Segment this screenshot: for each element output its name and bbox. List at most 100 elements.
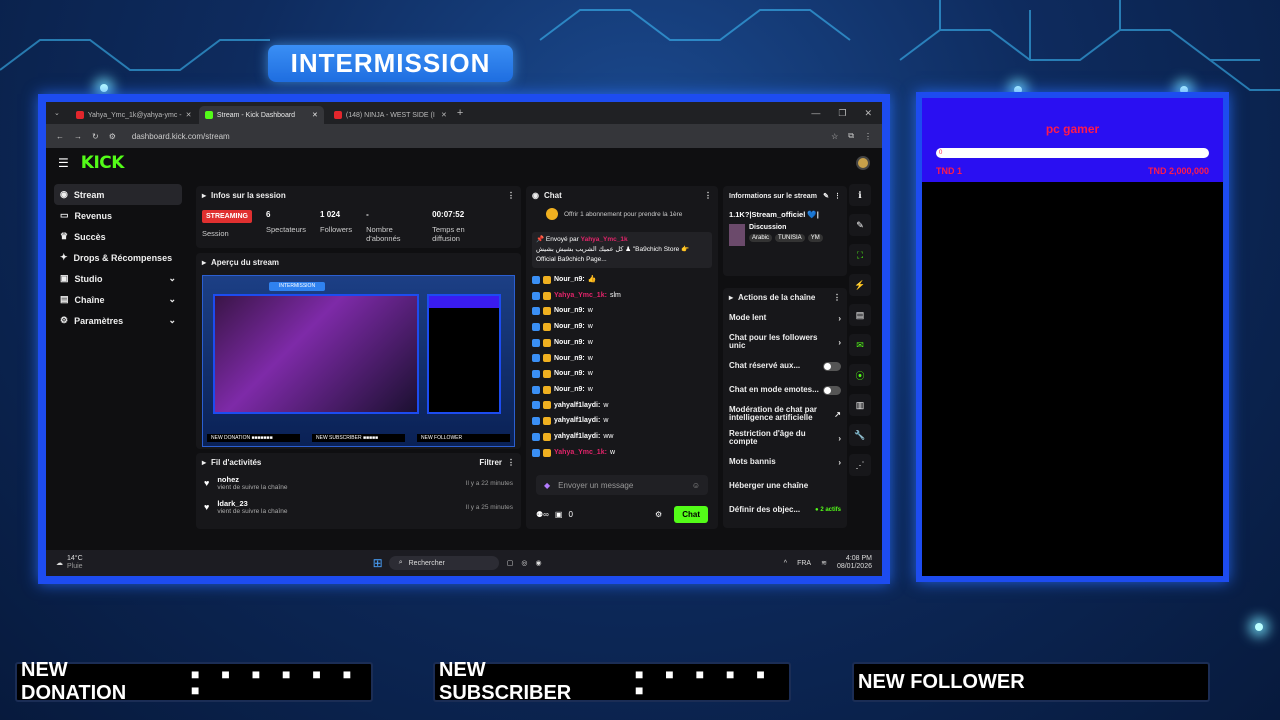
activity-user[interactable]: ldark_23 — [217, 499, 287, 508]
chat-username[interactable]: Yahya_Ymc_1k: — [554, 445, 607, 461]
clock[interactable]: 4:08 PM 08/01/2026 — [837, 555, 872, 571]
sidebar-item-channel[interactable]: ▤ Chaîne ⌄ — [54, 289, 182, 310]
more-icon[interactable]: ⋮ — [834, 193, 841, 201]
sidebar-item-stream[interactable]: ◉ Stream — [54, 184, 182, 205]
tab-search-icon[interactable]: ⌄ — [54, 109, 60, 117]
chat-username[interactable]: Yahya_Ymc_1k: — [554, 288, 607, 304]
sidebar-item-settings[interactable]: ⚙ Paramètres ⌄ — [54, 310, 182, 331]
gift-sub-icon[interactable]: ▣ — [555, 510, 563, 519]
chat-username[interactable]: Nour_n9: — [554, 303, 585, 319]
channel-action-option[interactable]: Mode lent › — [723, 306, 847, 330]
close-window-icon[interactable]: ✕ — [864, 108, 872, 119]
sidebar-item-revenue[interactable]: ▭ Revenus — [54, 205, 182, 226]
send-chat-button[interactable]: Chat — [674, 506, 708, 523]
page-icon[interactable]: ▤ — [849, 304, 871, 326]
activity-text: vient de suivre la chaîne — [217, 508, 288, 515]
bookmark-icon[interactable]: ☆ — [831, 132, 838, 141]
stack-icon[interactable]: ▥ — [849, 394, 871, 416]
browser-tab[interactable]: (148) NINJA - WEST SIDE (I ✕ — [328, 106, 453, 124]
kick-logo[interactable]: KICK — [81, 153, 125, 173]
task-view-icon[interactable]: ▢ — [507, 559, 514, 567]
sub-promo[interactable]: Offrir 1 abonnement pour prendre la 1ère — [526, 204, 718, 224]
edit-icon[interactable]: ✎ — [823, 193, 829, 201]
filter-button[interactable]: Filtrer — [479, 458, 502, 467]
activity-item: ♥ nohez vient de suivre la chaîne Il y a 22… — [196, 471, 521, 495]
obs-icon[interactable]: ◉ — [535, 559, 541, 567]
trophy-icon: ♛ — [60, 231, 69, 241]
tag[interactable]: Arabic — [749, 234, 773, 242]
chat-username[interactable]: yahyalf1laydi: — [554, 413, 600, 429]
site-info-icon[interactable]: ⚙ — [109, 132, 116, 141]
chat-username[interactable]: Nour_n9: — [554, 351, 585, 367]
more-icon[interactable]: ⋮ — [833, 293, 841, 302]
hamburger-icon[interactable]: ☰ — [58, 156, 69, 170]
weather-icon[interactable]: ☁ — [56, 559, 63, 567]
chat-username[interactable]: Nour_n9: — [554, 366, 585, 382]
chat-username[interactable]: Nour_n9: — [554, 382, 585, 398]
taskbar-search[interactable]: ⌕ Rechercher — [388, 556, 499, 570]
activity-user[interactable]: nohez — [217, 475, 287, 484]
url-field[interactable]: dashboard.kick.com/stream — [132, 132, 821, 141]
maximize-icon[interactable]: ❐ — [838, 108, 846, 119]
info-icon[interactable]: ℹ — [849, 184, 871, 206]
broadcast-icon[interactable]: ⦿ — [849, 364, 871, 386]
more-icon[interactable]: ⋮ — [704, 191, 712, 200]
sidebar-item-drops[interactable]: ✦ Drops & Récompenses — [54, 247, 182, 268]
extensions-icon[interactable]: ⧉ — [848, 131, 854, 141]
channel-action-option[interactable]: Mots bannis › — [723, 450, 847, 474]
message-icon[interactable]: ✉ — [849, 334, 871, 356]
bolt-icon[interactable]: ⚡ — [849, 274, 871, 296]
close-tab-icon[interactable]: ✕ — [312, 111, 318, 119]
browser-tab-active[interactable]: Stream - Kick Dashboard ✕ — [198, 106, 324, 124]
menu-icon[interactable]: ⋮ — [864, 132, 872, 141]
browser-tab[interactable]: Yahya_Ymc_1k@yahya-ymc - ✕ — [70, 106, 195, 124]
points-icon[interactable]: ⚉∞ — [536, 510, 549, 519]
share-icon[interactable]: ⋰ — [849, 454, 871, 476]
chat-username[interactable]: yahyalf1laydi: — [554, 429, 600, 445]
pencil-icon[interactable]: ✎ — [849, 214, 871, 236]
wifi-icon[interactable]: ≋ — [821, 559, 827, 567]
fullscreen-icon[interactable]: ⛶ — [849, 244, 871, 266]
new-tab-icon[interactable]: + — [457, 107, 463, 119]
more-icon[interactable]: ⋮ — [507, 458, 515, 467]
tag[interactable]: TUNISIA — [775, 234, 805, 242]
more-icon[interactable]: ⋮ — [507, 191, 515, 200]
channel-action-option[interactable]: Chat en mode emotes... — [723, 378, 847, 402]
chat-input[interactable]: ◆ Envoyer un message ☺ — [536, 475, 708, 495]
sidebar-item-studio[interactable]: ▣ Studio ⌄ — [54, 268, 182, 289]
chat-username[interactable]: yahyalf1laydi: — [554, 398, 600, 414]
windows-start-icon[interactable]: ⊞ — [373, 556, 383, 570]
language-indicator[interactable]: FRA — [797, 560, 811, 567]
channel-action-option[interactable]: Modération de chat par intelligence arti… — [723, 402, 847, 426]
chat-username[interactable]: Nour_n9: — [554, 272, 585, 288]
chat-username[interactable]: Nour_n9: — [554, 319, 585, 335]
kick-dashboard: ☰ KICK ◉ Stream ▭ Revenus ♛ Succès ✦ Drops &… — [46, 148, 882, 550]
wrench-icon[interactable]: 🔧 — [849, 424, 871, 446]
channel-action-option[interactable]: Héberger une chaîne — [723, 474, 847, 498]
reload-icon[interactable]: ↻ — [92, 132, 99, 141]
channel-action-option[interactable]: Définir des objec... ● 2 actifs — [723, 498, 847, 522]
tray-chevron-icon[interactable]: ^ — [784, 560, 787, 567]
chat-settings-icon[interactable]: ⚙ — [655, 510, 662, 519]
sidebar-item-success[interactable]: ♛ Succès — [54, 226, 182, 247]
minimize-icon[interactable]: — — [811, 108, 820, 119]
pinned-message[interactable]: 📌 Envoyé par Yahya_Ymc_1k كل عميك الشريب… — [532, 232, 712, 268]
weather[interactable]: 14°C Pluie — [67, 555, 83, 571]
category-label[interactable]: Discussion — [749, 224, 823, 231]
channel-action-option[interactable]: Chat pour les followers unic › — [723, 330, 847, 354]
chrome-icon[interactable]: ◎ — [521, 559, 527, 567]
tags: Arabic TUNISIA YM — [749, 234, 823, 242]
close-tab-icon[interactable]: ✕ — [441, 111, 447, 119]
channel-action-option[interactable]: Chat réservé aux... — [723, 354, 847, 378]
forward-icon[interactable]: → — [74, 132, 82, 141]
back-icon[interactable]: ← — [56, 132, 64, 141]
tag[interactable]: YM — [807, 234, 823, 242]
emoji-icon[interactable]: ☺ — [692, 481, 700, 490]
channel-action-option[interactable]: Restriction d'âge du compte › — [723, 426, 847, 450]
stream-preview[interactable]: INTERMISSION NEW DONATION ■■■■■■■ NEW SU… — [202, 275, 515, 447]
avatar[interactable] — [856, 156, 870, 170]
chat-username[interactable]: Nour_n9: — [554, 335, 585, 351]
toggle-switch[interactable] — [823, 361, 841, 371]
toggle-switch[interactable] — [823, 385, 841, 395]
close-tab-icon[interactable]: ✕ — [186, 111, 192, 119]
